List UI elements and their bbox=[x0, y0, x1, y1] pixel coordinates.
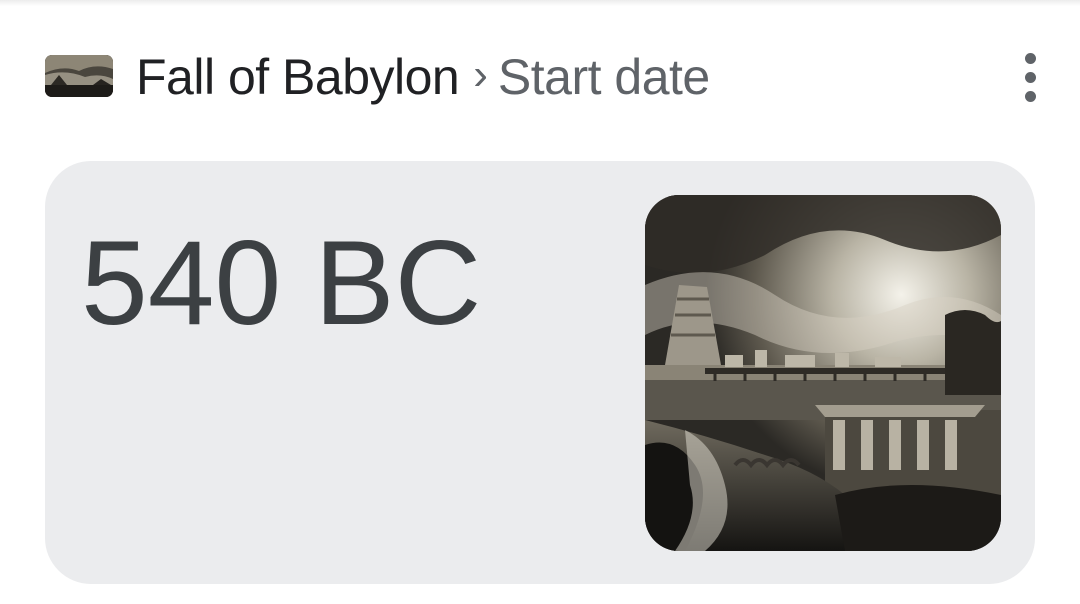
breadcrumb-separator-icon: › bbox=[473, 50, 488, 99]
answer-value: 540 BC bbox=[81, 216, 482, 350]
entity-thumbnail-icon[interactable] bbox=[45, 55, 113, 97]
entity-name[interactable]: Fall of Babylon bbox=[136, 48, 460, 106]
more-options-icon[interactable] bbox=[1005, 50, 1055, 104]
more-dot bbox=[1024, 71, 1036, 83]
knowledge-header: Fall of Babylon › Start date bbox=[0, 0, 1080, 150]
breadcrumb: Fall of Babylon › Start date bbox=[136, 44, 710, 110]
attribute-name: Start date bbox=[497, 49, 710, 105]
more-dot bbox=[1024, 90, 1036, 102]
answer-image[interactable] bbox=[645, 195, 1001, 551]
answer-card[interactable]: 540 BC bbox=[45, 161, 1035, 584]
more-dot bbox=[1024, 52, 1036, 64]
